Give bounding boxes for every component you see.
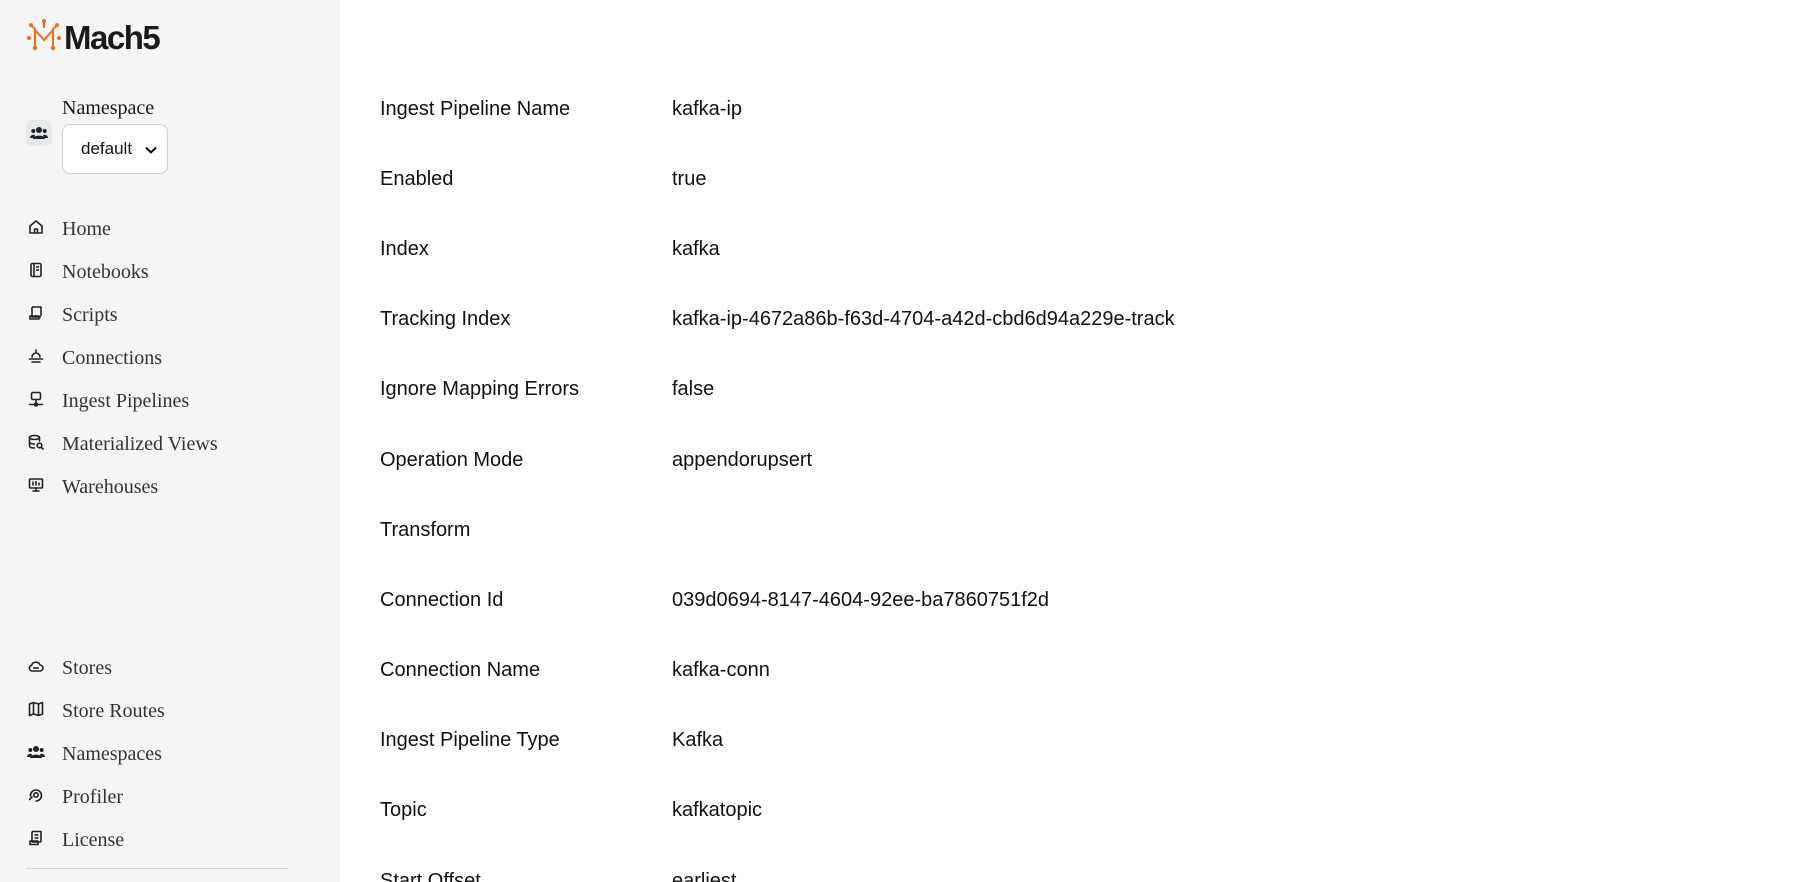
detail-value: earliest [672,869,737,882]
nav-item-notebooks[interactable]: Notebooks [26,251,218,294]
main-content: Ingest Pipeline Name kafka-ip Enabled tr… [340,0,1808,882]
detail-label: Ingest Pipeline Type [380,729,560,752]
sidebar: Mach5 Namespace default Home Notebooks S… [0,0,340,882]
detail-row: Connection Id 039d0694-8147-4604-92ee-ba… [380,565,1175,635]
namespace-selected-value: default [81,139,133,158]
detail-row: Transform [380,495,1175,565]
detail-label: Tracking Index [380,308,511,331]
nav-label: Namespaces [62,743,162,765]
nav-label: Scripts [62,304,118,326]
notebook-icon [26,260,46,280]
detail-value: kafka-conn [672,659,770,682]
nav-item-scripts[interactable]: Scripts [26,294,218,337]
connections-icon [26,346,46,366]
detail-value: Kafka [672,729,724,752]
detail-label: Ignore Mapping Errors [380,378,579,401]
detail-label: Connection Id [380,588,504,611]
detail-value: kafka [672,237,720,260]
brand-logo[interactable]: Mach5 [26,18,161,59]
nav-item-store-routes[interactable]: Store Routes [26,690,165,733]
detail-value: true [672,167,707,190]
detail-label: Connection Name [380,659,541,682]
nav-label: License [62,829,125,851]
nav-item-stores[interactable]: Stores [26,647,165,690]
detail-label: Enabled [380,167,454,190]
detail-value: kafka-ip [672,97,743,120]
detail-row: Start Offset earliest [380,846,1175,882]
detail-row: Ignore Mapping Errors false [380,355,1175,425]
detail-label: Start Offset [380,869,481,882]
nav-label: Home [62,218,111,240]
detail-row: Ingest Pipeline Name kafka-ip [380,74,1175,144]
namespace-selector: Namespace default [26,96,168,174]
users-icon [26,120,52,146]
detail-label: Operation Mode [380,448,524,471]
nav-item-ingest-pipelines[interactable]: Ingest Pipelines [26,380,218,423]
cloud-icon [26,656,46,676]
chevron-down-icon [145,139,157,159]
detail-row: Topic kafkatopic [380,776,1175,846]
nav-item-namespaces[interactable]: Namespaces [26,733,165,776]
primary-nav: Home Notebooks Scripts Connections Inges… [26,208,218,509]
detail-value: 039d0694-8147-4604-92ee-ba7860751f2d [672,588,1050,611]
nav-label: Notebooks [62,261,149,283]
nav-label: Connections [62,347,162,369]
nav-item-license[interactable]: License [26,819,165,862]
pipeline-details: Ingest Pipeline Name kafka-ip Enabled tr… [380,74,1175,882]
license-icon [26,828,46,848]
warehouse-icon [26,475,46,495]
nav-item-warehouses[interactable]: Warehouses [26,466,218,509]
sidebar-divider [26,868,288,869]
detail-row: Index kafka [380,214,1175,284]
nav-label: Warehouses [62,476,159,498]
detail-value: appendorupsert [672,448,813,471]
detail-label: Index [380,237,429,260]
brand-name: Mach5 [64,19,161,56]
users-icon [26,742,46,762]
app-root: Mach5 Namespace default Home Notebooks S… [0,0,1808,882]
nav-label: Store Routes [62,700,165,722]
namespace-dropdown[interactable]: default [62,124,168,174]
nav-item-connections[interactable]: Connections [26,337,218,380]
nav-label: Materialized Views [62,433,218,455]
nav-item-home[interactable]: Home [26,208,218,251]
pipeline-icon [26,389,46,409]
detail-row: Ingest Pipeline Type Kafka [380,706,1175,776]
namespace-label: Namespace [62,97,155,119]
nav-label: Profiler [62,786,124,808]
map-icon [26,699,46,719]
home-icon [26,217,46,237]
secondary-nav: Stores Store Routes Namespaces Profiler … [26,647,165,862]
detail-row: Tracking Index kafka-ip-4672a86b-f63d-47… [380,285,1175,355]
detail-row: Operation Mode appendorupsert [380,425,1175,495]
detail-value: kafkatopic [672,799,763,822]
nav-label: Stores [62,657,112,679]
detail-value: false [672,378,715,401]
nav-label: Ingest Pipelines [62,390,190,412]
detail-label: Topic [380,799,427,822]
script-icon [26,303,46,323]
detail-value: kafka-ip-4672a86b-f63d-4704-a42d-cbd6d94… [672,308,1175,331]
nav-item-materialized-views[interactable]: Materialized Views [26,423,218,466]
detail-label: Transform [380,518,471,541]
detail-label: Ingest Pipeline Name [380,97,571,120]
detail-row: Enabled true [380,144,1175,214]
database-search-icon [26,432,46,452]
mach5-logo-icon [26,18,62,59]
nav-item-profiler[interactable]: Profiler [26,776,165,819]
profiler-icon [26,785,46,805]
detail-row: Connection Name kafka-conn [380,636,1175,706]
